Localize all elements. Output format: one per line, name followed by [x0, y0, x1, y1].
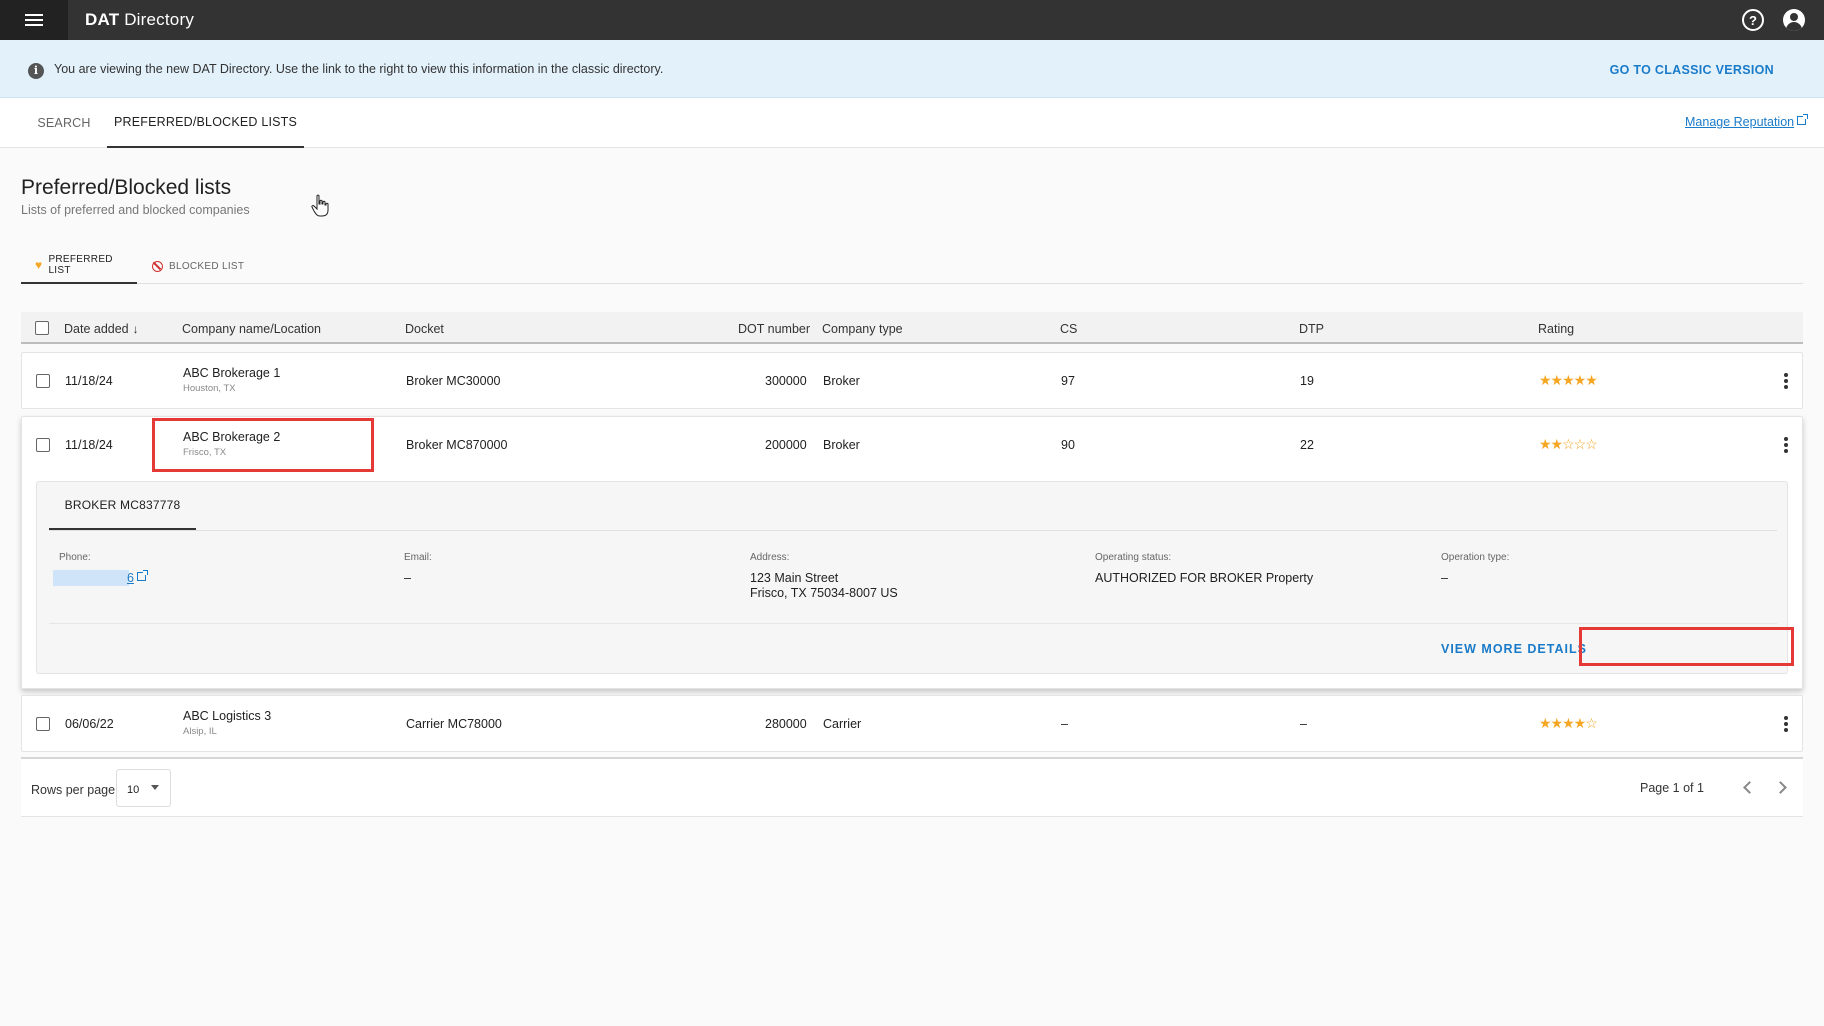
main-tabs: SEARCH PREFERRED/BLOCKED LISTS Manage Re… — [0, 98, 1824, 148]
header-rating: Rating — [1538, 322, 1575, 336]
company-detail-panel: BROKER MC837778 Phone: 6 Email: – Addres… — [36, 481, 1788, 674]
top-app-bar: DAT Directory ? — [0, 0, 1824, 40]
page-subtitle: Lists of preferred and blocked companies — [21, 203, 250, 217]
divider — [49, 623, 1777, 624]
rows-per-page-select[interactable]: 10 — [116, 769, 171, 807]
rating-stars: ★★★★★ — [1539, 372, 1598, 388]
header-date-added[interactable]: Date added ↓ — [64, 322, 139, 336]
cs-score: 90 — [1061, 438, 1075, 452]
highlight-box-company — [152, 418, 374, 472]
company-type: Carrier — [823, 717, 862, 731]
address-value: 123 Main Street Frisco, TX 75034-8007 US — [750, 571, 898, 600]
manage-reputation-link[interactable]: Manage Reputation — [1685, 114, 1809, 129]
operation-type-value: – — [1441, 571, 1448, 585]
list-tabs: ♥ PREFERRED LIST BLOCKED LIST — [21, 248, 1803, 284]
docket: Broker MC30000 — [406, 374, 501, 388]
company-type: Broker — [823, 438, 860, 452]
email-value: – — [404, 571, 411, 585]
sort-down-icon: ↓ — [132, 322, 139, 336]
dot-number: 280000 — [765, 717, 807, 731]
dot-number: 300000 — [765, 374, 807, 388]
account-icon[interactable] — [1783, 9, 1805, 31]
view-more-details-button[interactable]: VIEW MORE DETAILS — [1441, 642, 1587, 656]
row-checkbox[interactable] — [36, 438, 50, 452]
phone-selection-highlight — [53, 570, 129, 586]
page-info: Page 1 of 1 — [1640, 781, 1704, 795]
dot-number: 200000 — [765, 438, 807, 452]
row-checkbox[interactable] — [36, 374, 50, 388]
rating-stars: ★★★★☆ — [1539, 715, 1598, 731]
block-icon — [152, 260, 163, 272]
phone-link[interactable]: 6 — [127, 570, 148, 585]
dtp-value: 22 — [1300, 438, 1314, 452]
chevron-down-icon — [151, 785, 159, 790]
tab-search[interactable]: SEARCH — [24, 98, 104, 148]
more-options-icon[interactable] — [1784, 373, 1788, 391]
divider — [49, 530, 1777, 531]
row-checkbox[interactable] — [36, 717, 50, 731]
hand-cursor-icon — [311, 194, 329, 217]
menu-button[interactable] — [0, 0, 68, 40]
info-banner: i You are viewing the new DAT Directory.… — [0, 40, 1824, 98]
operating-status-label: Operating status: — [1095, 552, 1172, 563]
email-label: Email: — [404, 552, 432, 563]
company-location: Houston, TX — [183, 383, 236, 394]
operation-type-label: Operation type: — [1441, 552, 1510, 563]
phone-label: Phone: — [59, 552, 91, 563]
date-added: 11/18/24 — [65, 374, 113, 388]
company-cell: ABC Logistics 3 Alsip, IL — [183, 709, 271, 737]
address-label: Address: — [750, 552, 790, 563]
header-dtp: DTP — [1299, 322, 1324, 336]
hamburger-icon — [25, 14, 43, 26]
company-cell: ABC Brokerage 1 Houston, TX — [183, 366, 280, 394]
header-cs: CS — [1060, 322, 1078, 336]
rows-per-page-label: Rows per page — [31, 783, 116, 797]
dtp-value: – — [1300, 717, 1307, 731]
tab-broker-docket[interactable]: BROKER MC837778 — [49, 482, 196, 530]
dtp-value: 19 — [1300, 374, 1314, 388]
tab-blocked-list[interactable]: BLOCKED LIST — [138, 248, 248, 284]
header-company: Company name/Location — [182, 322, 321, 336]
more-options-icon[interactable] — [1784, 716, 1788, 734]
company-name: ABC Logistics 3 — [183, 709, 272, 723]
pagination-bar: Rows per page 10 Page 1 of 1 — [21, 757, 1803, 817]
page-title: Preferred/Blocked lists — [21, 176, 232, 199]
docket: Broker MC870000 — [406, 438, 508, 452]
banner-text: You are viewing the new DAT Directory. U… — [54, 62, 664, 76]
cs-score: 97 — [1061, 374, 1075, 388]
date-added: 11/18/24 — [65, 438, 113, 452]
docket: Carrier MC78000 — [406, 717, 502, 731]
table-header: Date added ↓ Company name/Location Docket… — [21, 312, 1803, 344]
tab-preferred-blocked[interactable]: PREFERRED/BLOCKED LISTS — [107, 98, 304, 148]
external-link-icon — [136, 570, 148, 581]
header-company-type: Company type — [822, 322, 903, 336]
company-location: Alsip, IL — [183, 726, 217, 737]
highlight-box-view-more — [1579, 627, 1794, 666]
select-all-checkbox[interactable] — [35, 321, 49, 335]
header-docket: Docket — [405, 322, 444, 336]
app-title: DAT Directory — [85, 10, 195, 29]
header-dot-number: DOT number — [738, 322, 811, 336]
date-added: 06/06/22 — [65, 717, 114, 731]
next-page-icon[interactable] — [1774, 781, 1787, 794]
go-to-classic-link[interactable]: GO TO CLASSIC VERSION — [1610, 63, 1774, 77]
help-icon[interactable]: ? — [1742, 9, 1764, 31]
external-link-icon — [1797, 114, 1809, 125]
previous-page-icon[interactable] — [1743, 781, 1756, 794]
company-type: Broker — [823, 374, 860, 388]
operating-status-value: AUTHORIZED FOR BROKER Property — [1095, 571, 1314, 585]
company-name: ABC Brokerage 1 — [183, 366, 281, 380]
cs-score: – — [1061, 717, 1068, 731]
more-options-icon[interactable] — [1784, 437, 1788, 455]
table-row[interactable]: 06/06/22 ABC Logistics 3 Alsip, IL Carri… — [21, 695, 1803, 752]
heart-icon: ♥ — [35, 258, 43, 272]
table-row[interactable]: 11/18/24 ABC Brokerage 1 Houston, TX Bro… — [21, 352, 1803, 409]
tab-preferred-list[interactable]: ♥ PREFERRED LIST — [21, 248, 137, 284]
info-icon: i — [28, 63, 44, 79]
rating-stars: ★★☆☆☆ — [1539, 436, 1598, 452]
